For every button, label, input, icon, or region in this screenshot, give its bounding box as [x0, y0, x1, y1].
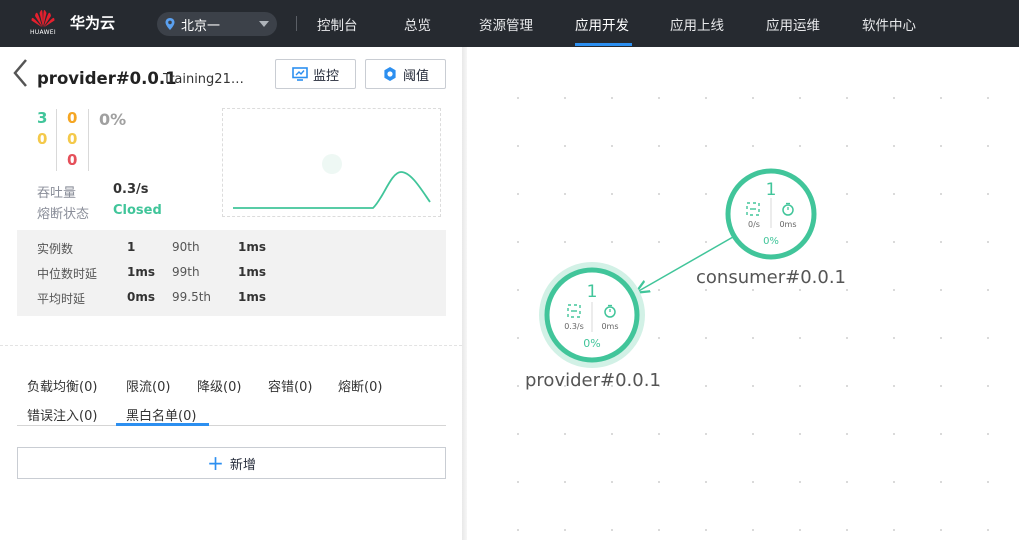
throughput-value: 0.3/s [113, 182, 149, 197]
caret-down-icon [259, 21, 269, 27]
threshold-button[interactable]: 阈值 [365, 59, 446, 89]
service-detail-panel: provider#0.0.1 Training21… 监控 阈值 3 0 0 0… [0, 47, 462, 540]
percentile-label: 99.5th [172, 290, 212, 304]
tab-fault-injection[interactable]: 错误注入(0) [27, 405, 97, 424]
tab-active-indicator [116, 423, 209, 426]
provider-node-label: provider#0.0.1 [525, 370, 661, 391]
huawei-flower-icon [31, 9, 55, 28]
threshold-label: 阈值 [402, 68, 429, 84]
stat-label: 平均时延 [37, 292, 86, 306]
monitor-icon [292, 67, 308, 81]
nav-overview[interactable]: 总览 [404, 14, 431, 34]
add-label: 新增 [229, 457, 256, 473]
topology-graph: 1 0/s 0ms 0% 1 0.3/s 0ms 0% [539, 168, 817, 368]
consumer-throughput: 0/s [748, 220, 760, 229]
percentile-value: 1ms [238, 240, 266, 254]
provider-instance-count: 1 [587, 282, 598, 302]
add-button[interactable]: + 新增 [17, 447, 446, 479]
service-title: provider#0.0.1 [37, 69, 177, 88]
nav-software-center[interactable]: 软件中心 [862, 14, 916, 34]
nav-divider [296, 16, 297, 31]
consumer-latency: 0ms [779, 220, 796, 229]
tab-fault-tolerance[interactable]: 容错(0) [268, 376, 312, 395]
stat-label: 中位数时延 [37, 267, 98, 281]
consumer-error-rate: 0% [763, 236, 779, 247]
nav-active-indicator [575, 43, 632, 46]
counter-divider [56, 109, 57, 171]
nav-app-launch[interactable]: 应用上线 [670, 14, 724, 34]
count-warning: 0 [67, 109, 78, 127]
plus-icon: + [207, 451, 224, 475]
provider-node[interactable]: 1 0.3/s 0ms 0% [539, 262, 645, 368]
nav-app-development[interactable]: 应用开发 [575, 14, 629, 34]
count-error: 0 [67, 151, 78, 169]
provider-error-rate: 0% [583, 337, 600, 350]
stat-label: 实例数 [37, 242, 74, 256]
percentile-label: 99th [172, 265, 200, 279]
nav-app-ops[interactable]: 应用运维 [766, 14, 820, 34]
stat-value: 1ms [127, 265, 155, 279]
brand-name[interactable]: 华为云 [70, 12, 115, 33]
top-nav: HUAWEI 华为云 北京一 控制台 总览 资源管理 应用开发 应用上线 应用运… [0, 0, 1019, 47]
huawei-logo[interactable]: HUAWEI [26, 8, 60, 38]
count-minor: 0 [67, 130, 78, 148]
topology-canvas[interactable]: 1 0/s 0ms 0% 1 0.3/s 0ms 0% consumer#0.0… [467, 47, 1019, 540]
location-pin-icon [165, 18, 175, 30]
count-healthy: 3 [37, 109, 48, 127]
stat-value: 1 [127, 240, 136, 254]
consumer-node-label: consumer#0.0.1 [696, 267, 846, 288]
percentile-value: 1ms [238, 290, 266, 304]
monitor-button[interactable]: 监控 [275, 59, 356, 89]
tab-blacklist-whitelist[interactable]: 黑白名单(0) [126, 405, 196, 424]
consumer-node[interactable]: 1 0/s 0ms 0% [725, 168, 817, 260]
throughput-label: 吞吐量 [37, 186, 77, 201]
consumer-instance-count: 1 [766, 180, 777, 200]
nav-console[interactable]: 控制台 [317, 14, 358, 34]
circuit-status-label: 熔断状态 [37, 207, 90, 222]
stat-value: 0ms [127, 290, 155, 304]
circuit-status-value: Closed [113, 203, 162, 218]
error-rate: 0% [99, 110, 127, 129]
tab-circuit-breaker[interactable]: 熔断(0) [338, 376, 382, 395]
latency-stats-table: 实例数 1 90th 1ms 中位数时延 1ms 99th 1ms 平均时延 0… [17, 230, 446, 316]
logo-text: HUAWEI [30, 29, 56, 36]
monitor-label: 监控 [312, 68, 339, 84]
back-arrow-icon[interactable] [10, 57, 30, 89]
nav-resource-management[interactable]: 资源管理 [479, 14, 533, 34]
throughput-sparkline [222, 108, 441, 217]
service-subtitle: Training21… [163, 72, 244, 87]
provider-throughput: 0.3/s [564, 322, 584, 331]
provider-latency: 0ms [601, 322, 618, 331]
percentile-value: 1ms [238, 265, 266, 279]
percentile-label: 90th [172, 240, 200, 254]
tab-rate-limit[interactable]: 限流(0) [126, 376, 170, 395]
region-label: 北京一 [181, 18, 221, 34]
region-selector[interactable]: 北京一 [157, 12, 277, 36]
threshold-gear-icon [384, 67, 396, 81]
tab-degrade[interactable]: 降级(0) [197, 376, 241, 395]
tab-bar-line [17, 425, 446, 426]
section-divider [0, 345, 462, 346]
counter-divider [88, 109, 89, 171]
sparkline-line [233, 171, 431, 209]
tab-load-balance[interactable]: 负载均衡(0) [27, 376, 97, 395]
count-caution: 0 [37, 130, 48, 148]
sparkline-marker [322, 154, 342, 174]
